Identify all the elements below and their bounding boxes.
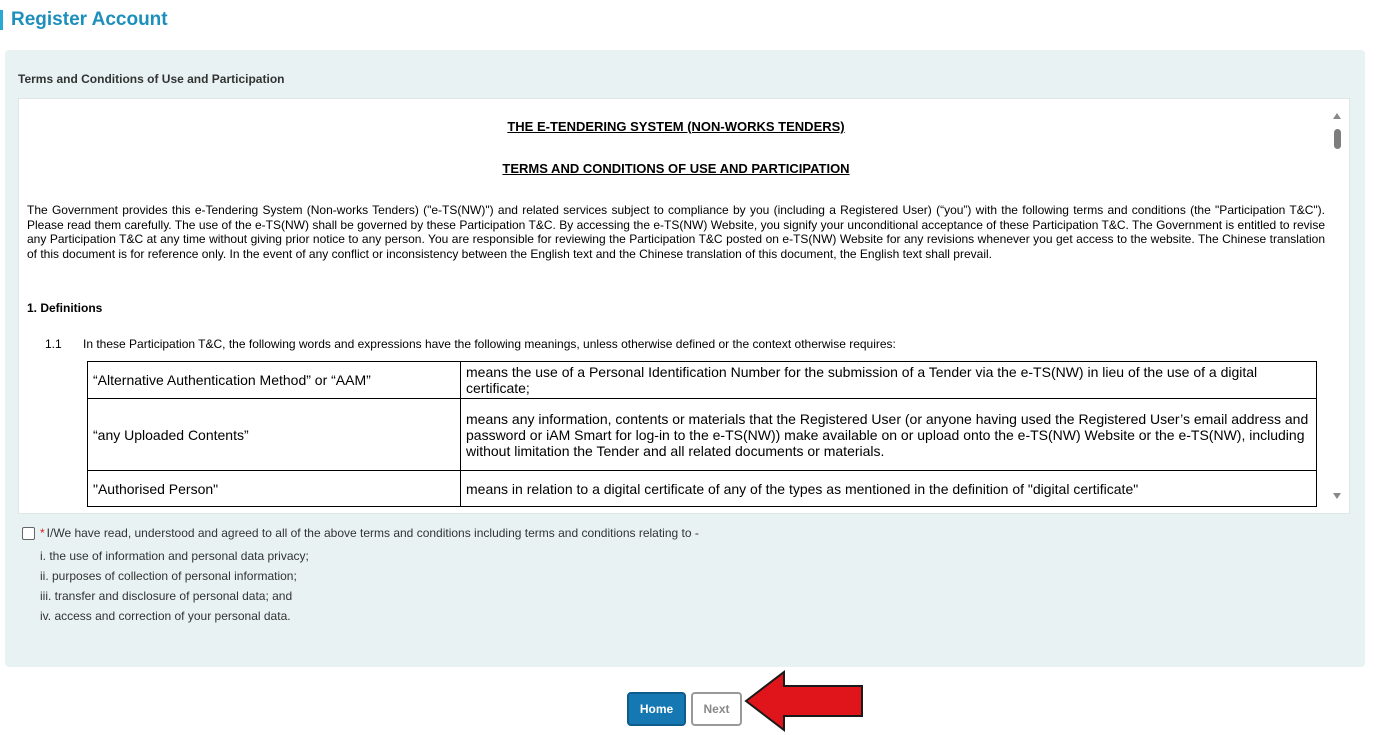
list-item: iv. access and correction of your person… (40, 609, 291, 623)
agreement-label: I/We have read, understood and agreed to… (46, 526, 699, 540)
red-arrow-annotation-icon (744, 670, 863, 732)
agreement-items-list: i. the use of information and personal d… (40, 546, 309, 626)
document-title: THE E-TENDERING SYSTEM (NON-WORKS TENDER… (507, 119, 845, 134)
table-row: “Alternative Authentication Method” or “… (87, 361, 1317, 399)
page-title: Register Account (11, 9, 168, 30)
scroll-down-arrow-icon[interactable] (1333, 493, 1341, 499)
agreement-row: * I/We have read, understood and agreed … (22, 526, 699, 540)
next-button[interactable]: Next (691, 692, 742, 726)
list-item: ii. purposes of collection of personal i… (40, 569, 297, 583)
clause-number: 1.1 (45, 337, 62, 351)
definitions-heading: 1. Definitions (27, 301, 103, 315)
definition-meaning: means the use of a Personal Identificati… (460, 361, 1317, 399)
scroll-up-arrow-icon[interactable] (1333, 113, 1341, 119)
terms-intro-paragraph: The Government provides this e-Tendering… (27, 203, 1325, 261)
agree-checkbox[interactable] (22, 526, 35, 540)
required-asterisk: * (40, 526, 45, 540)
terms-scroll-box[interactable]: THE E-TENDERING SYSTEM (NON-WORKS TENDER… (18, 98, 1350, 514)
clause-text: In these Participation T&C, the followin… (83, 337, 896, 351)
table-row: “any Uploaded Contents” means any inform… (87, 398, 1317, 471)
table-row: "Authorised Person" means in relation to… (87, 470, 1317, 507)
home-button[interactable]: Home (627, 692, 686, 726)
panel-heading: Terms and Conditions of Use and Particip… (18, 72, 285, 86)
definition-term: “Alternative Authentication Method” or “… (87, 361, 461, 399)
scroll-thumb[interactable] (1334, 129, 1341, 149)
definition-meaning: means any information, contents or mater… (460, 398, 1317, 471)
list-item: i. the use of information and personal d… (40, 549, 309, 563)
terms-scrollbar[interactable] (1327, 99, 1349, 513)
definition-meaning: means in relation to a digital certifica… (460, 470, 1317, 507)
title-accent-bar (0, 10, 3, 30)
definition-term: “any Uploaded Contents” (87, 398, 461, 471)
document-subtitle: TERMS AND CONDITIONS OF USE AND PARTICIP… (502, 161, 850, 176)
page-header: Register Account (0, 8, 168, 32)
definitions-table: “Alternative Authentication Method” or “… (87, 361, 1317, 507)
list-item: iii. transfer and disclosure of personal… (40, 589, 293, 603)
definition-term: "Authorised Person" (87, 470, 461, 507)
